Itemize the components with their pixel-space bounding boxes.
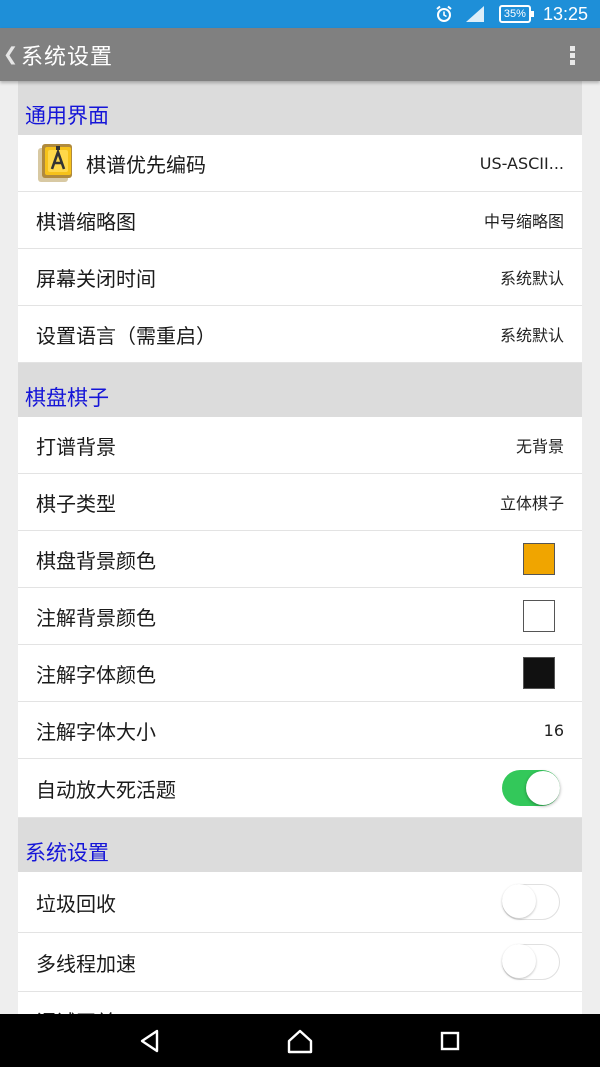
battery-icon: 35% [498, 5, 534, 23]
setting-row-language[interactable]: 设置语言（需重启） 系统默认 [18, 306, 582, 363]
section-header-board: 棋盘棋子 [18, 363, 582, 417]
settings-list[interactable]: 通用界面 棋谱优先编码 US-ASCII... 棋谱缩略图 中号缩略图 屏幕关闭… [18, 81, 582, 1014]
setting-row-debug[interactable]: 调试开关 [18, 992, 582, 1014]
section-header-system: 系统设置 [18, 818, 582, 872]
setting-row-auto-zoom[interactable]: 自动放大死活题 [18, 759, 582, 818]
setting-value: 系统默认 [499, 269, 564, 288]
setting-label: 屏幕关闭时间 [36, 266, 156, 291]
setting-value: 中号缩略图 [483, 212, 564, 231]
back-triangle-icon[interactable] [135, 1026, 165, 1056]
setting-row-screen-timeout[interactable]: 屏幕关闭时间 系统默认 [18, 249, 582, 306]
home-icon[interactable] [285, 1026, 315, 1056]
setting-label: 棋盘背景颜色 [36, 548, 156, 573]
setting-value: 立体棋子 [499, 494, 564, 513]
setting-value: 系统默认 [499, 326, 564, 345]
auto-zoom-toggle[interactable] [502, 770, 560, 806]
navigation-bar [0, 1014, 600, 1067]
setting-row-stone-type[interactable]: 棋子类型 立体棋子 [18, 474, 582, 531]
setting-row-board-color[interactable]: 棋盘背景颜色 [18, 531, 582, 588]
setting-row-note-font-size[interactable]: 注解字体大小 16 [18, 702, 582, 759]
gc-toggle[interactable] [502, 884, 560, 920]
setting-row-background[interactable]: 打谱背景 无背景 [18, 417, 582, 474]
setting-label: 调试开关 [36, 1006, 564, 1015]
setting-label: 自动放大死活题 [36, 777, 176, 802]
status-time: 13:25 [542, 3, 588, 24]
setting-value: US-ASCII... [479, 153, 564, 173]
encoding-app-icon [38, 144, 72, 182]
recents-icon[interactable] [435, 1026, 465, 1056]
setting-label: 注解字体大小 [36, 719, 156, 744]
setting-label: 棋谱缩略图 [36, 209, 136, 234]
page-title: 系统设置 [21, 44, 114, 70]
more-vert-icon[interactable] [570, 46, 576, 67]
setting-label: 注解字体颜色 [36, 662, 156, 687]
setting-label: 设置语言（需重启） [36, 323, 216, 348]
signal-icon [465, 6, 484, 22]
setting-label: 多线程加速 [36, 951, 136, 976]
setting-row-multithread[interactable]: 多线程加速 [18, 933, 582, 992]
note-font-color-swatch[interactable] [523, 657, 555, 689]
setting-label: 打谱背景 [36, 434, 116, 459]
setting-label: 注解背景颜色 [36, 605, 156, 630]
note-bg-color-swatch[interactable] [523, 600, 555, 632]
status-bar: 35% 13:25 [0, 0, 600, 28]
setting-row-gc[interactable]: 垃圾回收 [18, 872, 582, 933]
board-color-swatch[interactable] [523, 543, 555, 575]
back-chevron-icon[interactable]: ❮ [3, 44, 21, 65]
setting-value: 无背景 [515, 437, 564, 456]
setting-row-note-font-color[interactable]: 注解字体颜色 [18, 645, 582, 702]
setting-row-encoding[interactable]: 棋谱优先编码 US-ASCII... [18, 135, 582, 192]
alarm-icon [436, 5, 452, 22]
setting-row-thumbnail[interactable]: 棋谱缩略图 中号缩略图 [18, 192, 582, 249]
setting-label: 棋子类型 [36, 491, 116, 516]
setting-label: 棋谱优先编码 [86, 152, 206, 177]
setting-label: 垃圾回收 [36, 891, 116, 916]
multithread-toggle[interactable] [502, 944, 560, 980]
app-bar: ❮ 系统设置 [0, 28, 600, 81]
setting-row-note-bg-color[interactable]: 注解背景颜色 [18, 588, 582, 645]
section-header-general: 通用界面 [18, 81, 582, 135]
setting-value: 16 [543, 720, 564, 740]
